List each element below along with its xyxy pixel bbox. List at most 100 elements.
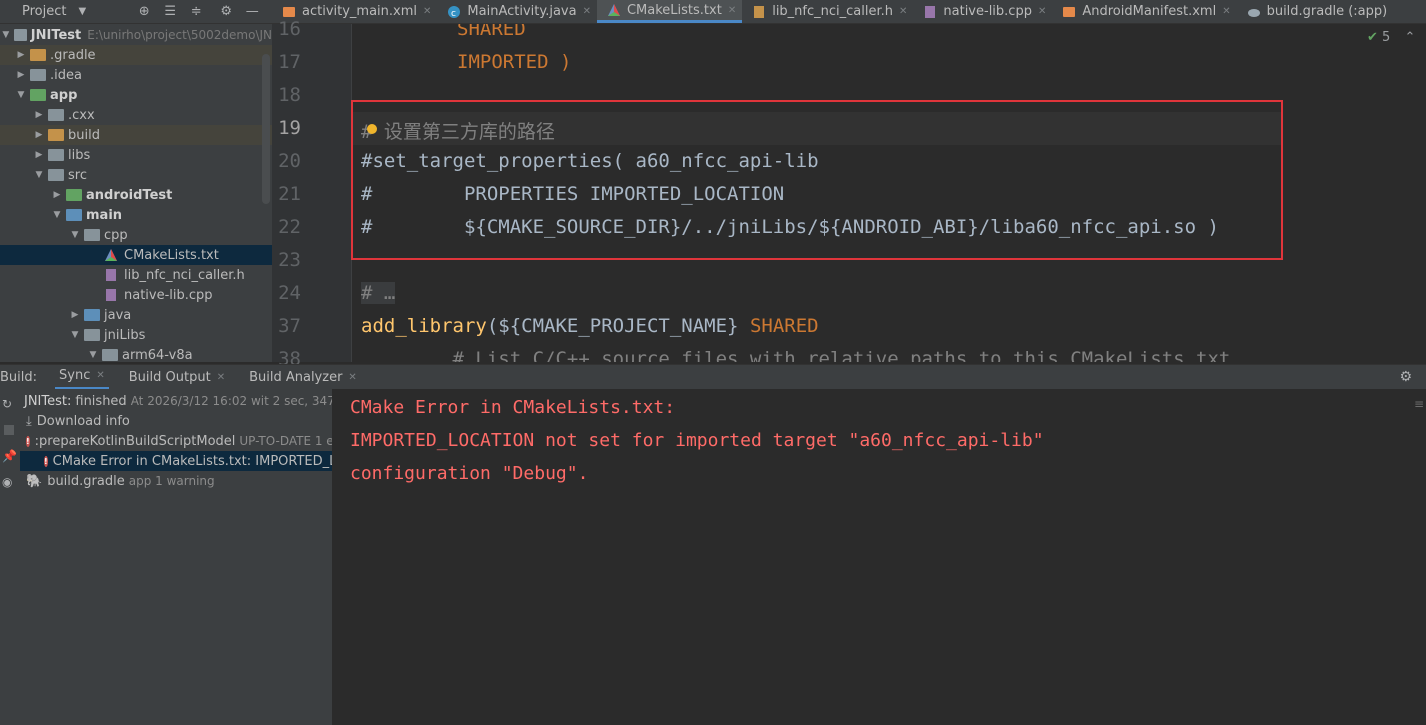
chevron-down-icon[interactable]: ▼	[86, 350, 100, 360]
tree-item-label: :prepareKotlinBuildScriptModel	[34, 433, 236, 449]
tab-native-lib-cpp[interactable]: native-lib.cpp ✕	[913, 0, 1052, 23]
tree-item-cxx[interactable]: ▶ .cxx	[0, 105, 272, 125]
inspection-widget[interactable]: ✔ 5 ⌃	[1367, 30, 1415, 45]
chevron-right-icon[interactable]: ▶	[50, 190, 64, 200]
build-console[interactable]: CMake Error in CMakeLists.txt: IMPORTED_…	[334, 389, 1426, 725]
tab-mainactivity-java[interactable]: c MainActivity.java ✕	[437, 0, 597, 23]
tree-item-arm64[interactable]: ▼ arm64-v8a	[0, 345, 272, 363]
tree-item-label: lib_nfc_nci_caller.h	[124, 267, 245, 283]
tab-label: CMakeLists.txt	[626, 2, 722, 18]
stop-icon[interactable]	[4, 425, 14, 435]
close-icon[interactable]: ✕	[217, 372, 225, 383]
chevron-down-icon[interactable]: ▼	[68, 330, 82, 340]
close-icon[interactable]: ✕	[728, 5, 736, 16]
header-file-icon	[752, 5, 766, 19]
chevron-right-icon[interactable]: ▶	[32, 150, 46, 160]
download-info-item[interactable]: ⤓ Download info	[20, 411, 332, 431]
chevron-right-icon[interactable]: ▶	[14, 50, 28, 60]
tree-item-label: native-lib.cpp	[124, 287, 213, 303]
folder-icon	[30, 49, 46, 61]
hide-panel-icon[interactable]: —	[244, 4, 260, 20]
tree-root-jnitest[interactable]: ▼ JNITest E:\unirho\project\5002demo\JN	[0, 25, 272, 45]
tab-label: Build Analyzer	[249, 369, 343, 385]
collapse-all-icon[interactable]: ≑	[188, 4, 204, 20]
tab-sync[interactable]: Sync ✕	[55, 365, 109, 390]
tab-build-analyzer[interactable]: Build Analyzer ✕	[245, 365, 361, 390]
view-icon[interactable]: ◉	[2, 475, 12, 489]
error-icon: !	[26, 435, 30, 447]
tab-label: AndroidManifest.xml	[1082, 4, 1217, 19]
folder-icon	[84, 329, 100, 341]
close-icon[interactable]: ✕	[1222, 6, 1230, 17]
chevron-down-icon[interactable]: ▼	[32, 170, 46, 180]
chevron-right-icon[interactable]: ▶	[14, 70, 28, 80]
close-icon[interactable]: ✕	[583, 6, 591, 17]
tab-androidmanifest-xml[interactable]: AndroidManifest.xml ✕	[1052, 0, 1236, 23]
tree-item-libs[interactable]: ▶ libs	[0, 145, 272, 165]
close-icon[interactable]: ✕	[96, 370, 104, 381]
tree-item-cpp[interactable]: ▼ cpp	[0, 225, 272, 245]
tree-item-main[interactable]: ▼ main	[0, 205, 272, 225]
sync-icon[interactable]: ↻	[2, 397, 12, 411]
tree-item-lib-nfc-nci-caller[interactable]: lib_nfc_nci_caller.h	[0, 265, 272, 285]
chevron-down-icon[interactable]: ▼	[14, 90, 28, 100]
sync-project-name: JNITest:	[24, 393, 72, 409]
close-icon[interactable]: ✕	[348, 372, 356, 383]
cmake-error-item[interactable]: ! CMake Error in CMakeLists.txt: IMPORTE…	[20, 451, 332, 471]
tree-item-label: build.gradle	[47, 473, 125, 489]
close-icon[interactable]: ✕	[1038, 6, 1046, 17]
tree-scrollbar[interactable]	[262, 54, 270, 204]
chevron-right-icon[interactable]: ▶	[32, 110, 46, 120]
close-icon[interactable]: ✕	[899, 6, 907, 17]
folder-icon	[102, 349, 118, 361]
tree-item-label: .cxx	[68, 107, 95, 123]
tree-item-build[interactable]: ▶ build	[0, 125, 272, 145]
chevron-up-icon[interactable]: ⌃	[1404, 30, 1415, 45]
chevron-down-icon[interactable]: ▼	[78, 6, 86, 17]
prepare-kotlin-item[interactable]: ! :prepareKotlinBuildScriptModel UP-TO-D…	[20, 431, 332, 451]
tree-item-label: java	[104, 307, 132, 323]
line-number: 22	[278, 216, 301, 238]
wrap-icon[interactable]: ≡	[1414, 397, 1424, 411]
tree-item-native-lib[interactable]: native-lib.cpp	[0, 285, 272, 305]
tab-cmakelists-txt[interactable]: CMakeLists.txt ✕	[596, 0, 743, 23]
chevron-down-icon[interactable]: ▼	[68, 230, 82, 240]
tab-build-output[interactable]: Build Output ✕	[125, 365, 229, 390]
tab-label: Build Output	[128, 369, 211, 385]
build-label: Build:	[0, 369, 38, 385]
line-number: 16	[278, 18, 301, 40]
chevron-down-icon[interactable]: ▼	[50, 210, 64, 220]
tree-item-app[interactable]: ▼ app	[0, 85, 272, 105]
module-folder-icon	[13, 29, 27, 41]
sync-root-item[interactable]: JNITest: finished At 2026/3/12 16:02 wit…	[20, 391, 333, 411]
chevron-down-icon[interactable]: ▼	[0, 30, 12, 40]
expand-all-icon[interactable]: ☰	[162, 4, 178, 20]
tree-item-idea[interactable]: ▶ .idea	[0, 65, 272, 85]
project-view-selector[interactable]: Project	[22, 4, 66, 19]
tree-item-jnilibs[interactable]: ▼ jniLibs	[0, 325, 272, 345]
build-gradle-item[interactable]: 🐘 build.gradle app 1 warning	[20, 471, 332, 491]
tree-item-gradle[interactable]: ▶ .gradle	[0, 45, 272, 65]
tree-item-label: Download info	[36, 413, 130, 429]
tree-item-src[interactable]: ▼ src	[0, 165, 272, 185]
build-sync-tree: JNITest: finished At 2026/3/12 16:02 wit…	[20, 389, 333, 725]
folded-code-region[interactable]: # …	[361, 282, 396, 304]
tab-build-gradle-app[interactable]: build.gradle (:app)	[1237, 0, 1394, 23]
close-icon[interactable]: ✕	[423, 6, 431, 17]
gradle-icon	[1247, 5, 1261, 19]
locate-file-icon[interactable]: ⊕	[136, 4, 152, 20]
tree-item-cmakelists[interactable]: CMakeLists.txt	[0, 245, 272, 265]
sync-timestamp: At 2026/3/12 16:02 wit 2 sec, 347 ms	[130, 394, 333, 408]
line-number: 24	[278, 282, 301, 304]
line-number-gutter: 16 17 18 19 20 21 22 23 24 37 38	[272, 18, 352, 370]
chevron-right-icon[interactable]: ▶	[68, 310, 82, 320]
chevron-right-icon[interactable]: ▶	[32, 130, 46, 140]
tree-item-androidtest[interactable]: ▶ androidTest	[0, 185, 272, 205]
build-tool-window-header: Build: Sync ✕ Build Output ✕ Build Analy…	[0, 364, 1426, 390]
gear-icon[interactable]: ⚙	[1399, 369, 1412, 385]
tree-item-java[interactable]: ▶ java	[0, 305, 272, 325]
line-number: 18	[278, 84, 301, 106]
tab-lib-nfc-nci-caller-h[interactable]: lib_nfc_nci_caller.h ✕	[742, 0, 913, 23]
pin-icon[interactable]: 📌	[2, 449, 17, 463]
gear-icon[interactable]: ⚙	[218, 4, 234, 20]
